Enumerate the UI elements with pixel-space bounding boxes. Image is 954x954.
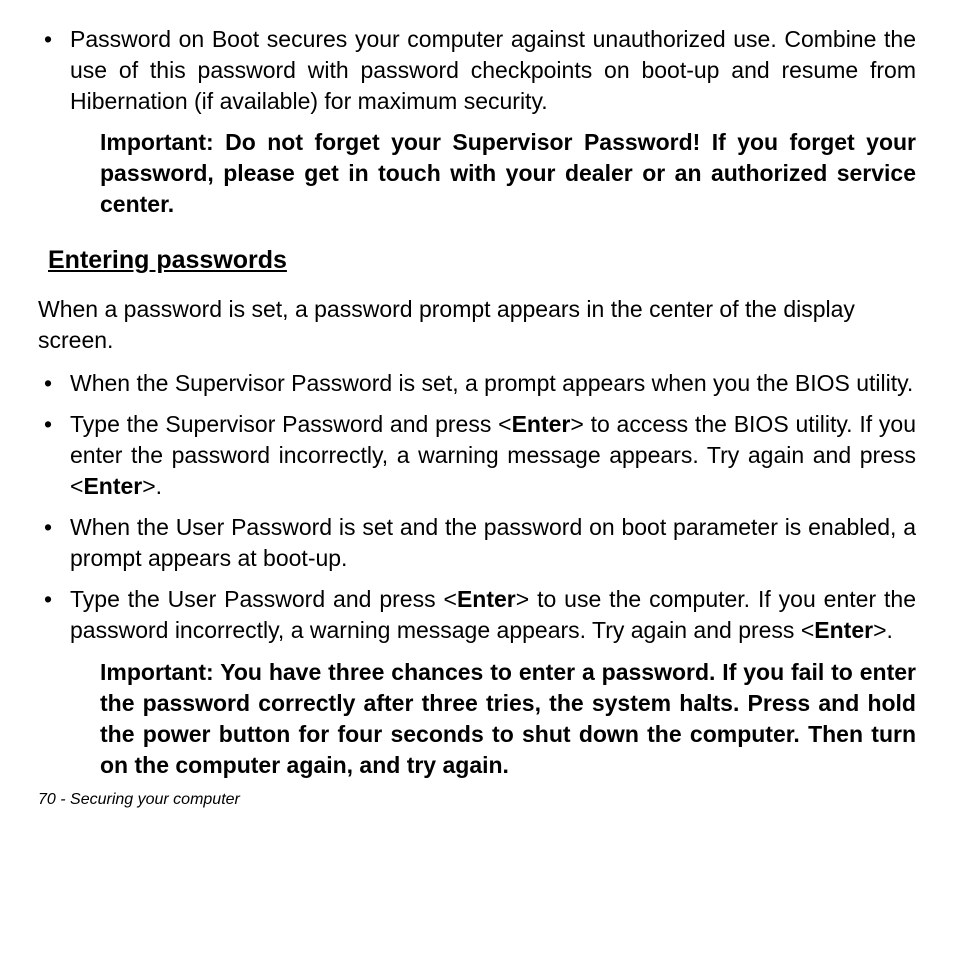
- section-heading: Entering passwords: [48, 244, 916, 278]
- bullet-text: When the Supervisor Password is set, a p…: [70, 370, 913, 396]
- bullet-supervisor-set: When the Supervisor Password is set, a p…: [38, 368, 916, 399]
- bullet-type-user: Type the User Password and press <Enter>…: [38, 584, 916, 646]
- bullet-text: Password on Boot secures your computer a…: [70, 26, 916, 114]
- bullet-text: When the User Password is set and the pa…: [70, 514, 916, 571]
- text-part: >.: [873, 617, 893, 643]
- intro-paragraph: When a password is set, a password promp…: [38, 294, 916, 356]
- text-part: >.: [142, 473, 162, 499]
- text-part: Type the Supervisor Password and press <: [70, 411, 512, 437]
- key-enter: Enter: [457, 586, 516, 612]
- key-enter: Enter: [814, 617, 873, 643]
- key-enter: Enter: [512, 411, 571, 437]
- note-three-chances: Important: You have three chances to ent…: [38, 657, 916, 781]
- note-supervisor-password: Important: Do not forget your Supervisor…: [38, 127, 916, 220]
- bullet-type-supervisor: Type the Supervisor Password and press <…: [38, 409, 916, 502]
- text-part: Type the User Password and press <: [70, 586, 457, 612]
- bullet-password-on-boot: Password on Boot secures your computer a…: [38, 24, 916, 117]
- bullet-user-set: When the User Password is set and the pa…: [38, 512, 916, 574]
- key-enter: Enter: [83, 473, 142, 499]
- page-footer: 70 - Securing your computer: [38, 789, 916, 811]
